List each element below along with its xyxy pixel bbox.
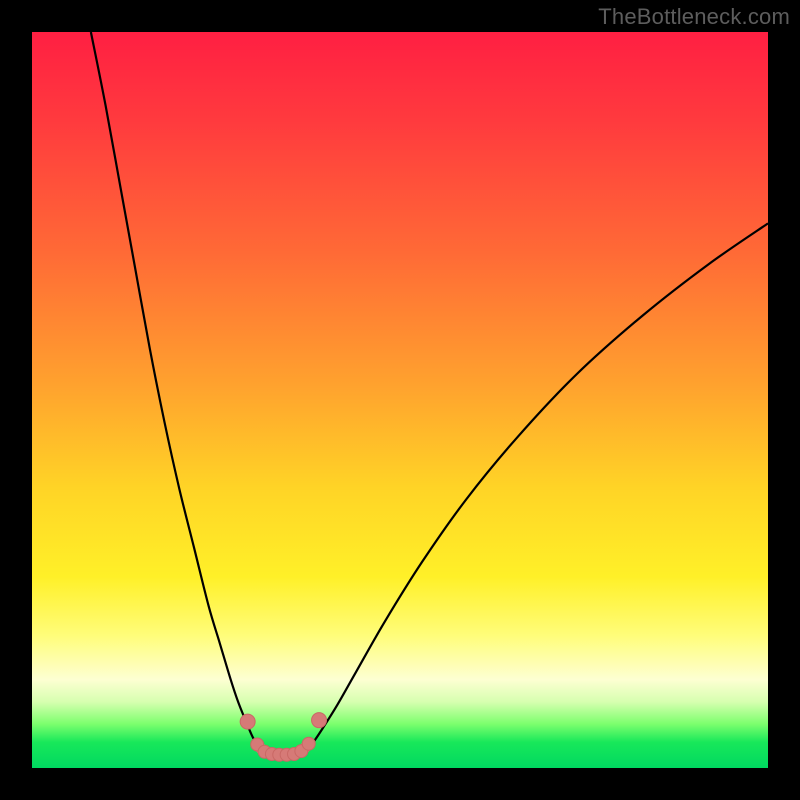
watermark-text: TheBottleneck.com — [598, 4, 790, 30]
curve-layer — [32, 32, 768, 768]
right-curve — [308, 223, 768, 749]
plot-area — [32, 32, 768, 768]
chart-frame: TheBottleneck.com — [0, 0, 800, 800]
floor-marker-dot — [312, 713, 327, 728]
left-curve — [91, 32, 259, 749]
floor-marker-dot — [240, 714, 255, 729]
floor-marker-dot — [302, 737, 315, 750]
